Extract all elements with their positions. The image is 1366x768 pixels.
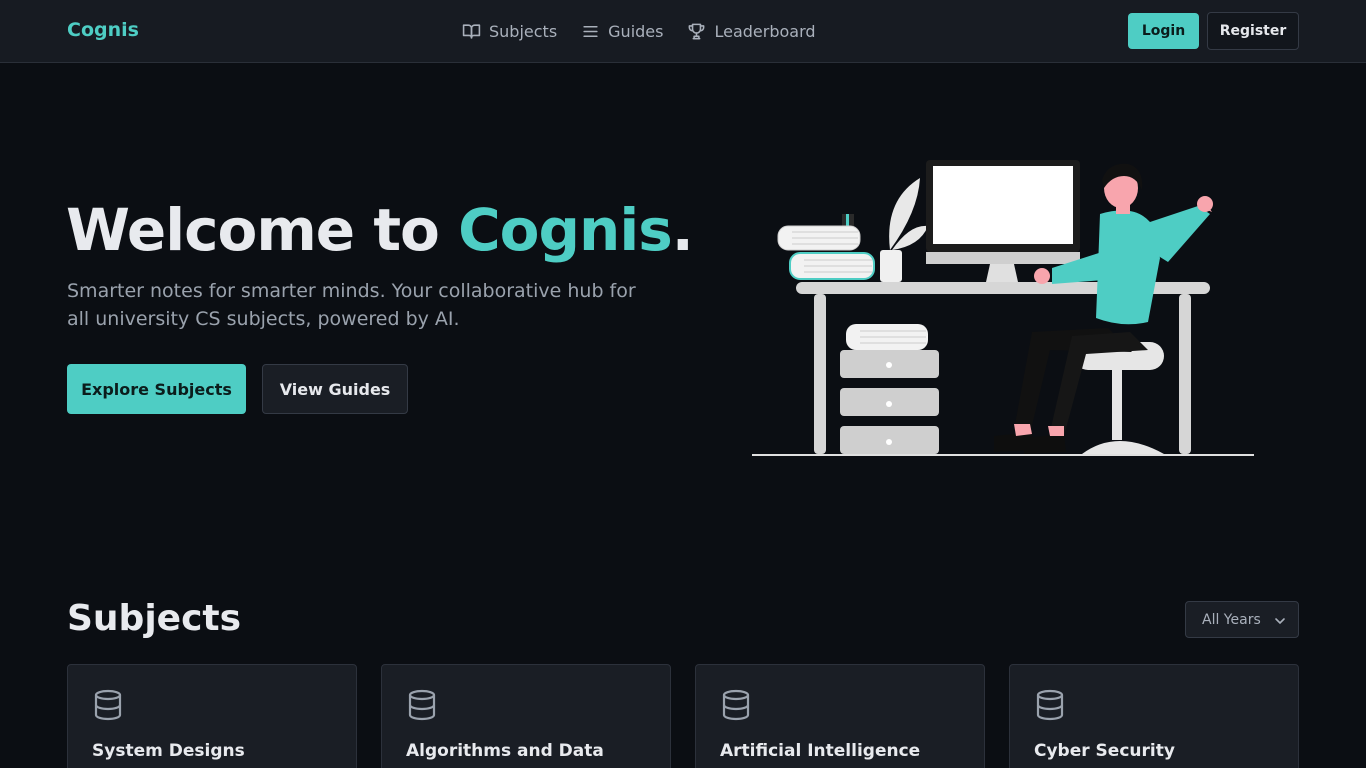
view-guides-button[interactable]: View Guides	[262, 364, 408, 414]
hero-title-suffix: .	[671, 196, 694, 264]
login-button[interactable]: Login	[1128, 13, 1199, 49]
person-at-desk-illustration	[752, 160, 1254, 456]
database-icon	[94, 689, 122, 721]
subjects-heading: Subjects	[67, 598, 242, 639]
hero-title: Welcome to Cognis.	[66, 196, 694, 264]
subject-card-title: System Designs	[92, 741, 245, 761]
explore-subjects-button[interactable]: Explore Subjects	[67, 364, 246, 414]
register-button[interactable]: Register	[1207, 12, 1299, 50]
chevron-down-icon	[1275, 618, 1285, 625]
database-icon	[408, 689, 436, 721]
database-icon	[722, 689, 750, 721]
nav-item-label: Subjects	[489, 21, 558, 41]
subject-card-title: Cyber Security	[1034, 741, 1175, 761]
year-filter-value: All Years	[1202, 611, 1261, 628]
brand-logo[interactable]: Cognis	[67, 19, 139, 41]
list-icon	[583, 25, 598, 37]
nav-item-label: Leaderboard	[714, 21, 816, 41]
subject-card-title: Artificial Intelligence	[720, 741, 921, 761]
nav-item-guides[interactable]: Guides	[581, 22, 663, 41]
hero-title-accent: Cognis	[458, 196, 673, 264]
subject-card[interactable]: Cyber Security	[1009, 664, 1299, 768]
nav-item-subjects[interactable]: Subjects	[462, 22, 557, 41]
database-icon	[1036, 689, 1064, 721]
subject-card[interactable]: Algorithms and Data	[381, 664, 671, 768]
nav-item-leaderboard[interactable]: Leaderboard	[687, 21, 816, 41]
year-filter-select[interactable]: All Years	[1185, 601, 1299, 638]
main-nav: Subjects Guides Leaderboard	[462, 19, 816, 43]
nav-item-label: Guides	[608, 21, 664, 41]
hero-title-prefix: Welcome to	[66, 196, 459, 264]
subject-card[interactable]: Artificial Intelligence	[695, 664, 985, 768]
subject-card[interactable]: System Designs	[67, 664, 357, 768]
book-open-icon	[462, 23, 481, 39]
trophy-icon	[689, 23, 705, 39]
top-navbar: Cognis Subjects Guides Leaderboard Login…	[0, 0, 1366, 63]
hero-subtitle: Smarter notes for smarter minds. Your co…	[67, 280, 636, 330]
subject-card-title: Algorithms and Data	[406, 741, 604, 761]
